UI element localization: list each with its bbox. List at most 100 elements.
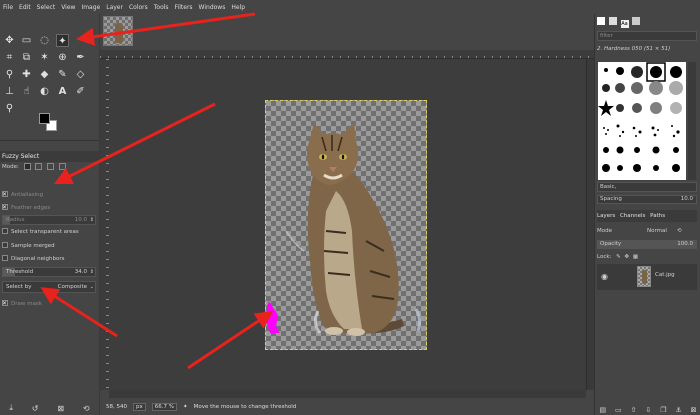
layer-item[interactable]: ◉ Cat.jpg [597,264,697,290]
radius-spin-icon[interactable]: ⇕ [90,216,94,225]
duplicate-layer-icon[interactable]: ❐ [660,406,666,414]
menu-colors[interactable]: Colors [129,4,148,11]
sample-merged-checkbox[interactable] [2,241,8,248]
lock-alpha-icon[interactable]: ▦ [633,254,638,260]
layers-dock-tabs: Layers Channels Paths [597,210,697,222]
eye-icon[interactable]: ◉ [601,272,608,281]
lock-row: Lock: ✎ ✥ ▦ [597,252,697,262]
raise-layer-icon[interactable]: ⇧ [631,406,637,414]
save-options-icon[interactable]: ⤓ [9,403,13,413]
fonts-tab-icon[interactable]: Aa [620,20,629,28]
zoom-tool-icon[interactable]: ⚲ [3,102,16,115]
zoom-dropdown[interactable]: 66.7 % [151,402,177,411]
text-tool-icon[interactable]: A [56,85,69,98]
warp-tool-icon[interactable]: ✶ [38,51,51,64]
sample-merged-option[interactable]: Sample merged [2,241,96,252]
new-layer-icon[interactable]: ▤ [599,406,606,414]
menu-windows[interactable]: Windows [199,4,226,11]
delete-layer-icon[interactable]: ⊠ [691,406,697,414]
sample-merged-label: Sample merged [11,243,55,249]
menu-edit[interactable]: Edit [19,4,31,11]
heal-tool-icon[interactable]: ✚ [20,68,33,81]
menu-image[interactable]: Image [81,4,100,11]
mode-intersect-icon[interactable] [58,163,66,170]
threshold-value: 34.0 [74,269,87,275]
feather-checkbox[interactable] [2,202,8,213]
anchor-icon[interactable]: ⚓ [675,406,681,414]
diagonal-option[interactable]: Diagonal neighbors [2,254,96,265]
mode-subtract-icon[interactable] [47,163,55,170]
unified-transform-tool-icon[interactable]: ⧉ [20,51,33,64]
select-transparent-checkbox[interactable] [2,227,8,234]
bucket-fill-tool-icon[interactable]: ◆ [38,68,51,81]
color-picker-tool-icon[interactable]: ⚲ [3,68,16,81]
menu-select[interactable]: Select [37,4,56,11]
brushes-tab-icon[interactable] [597,17,605,25]
lock-pixels-icon[interactable]: ✎ [616,254,621,260]
move-tool-icon[interactable]: ✥ [3,34,16,47]
delete-options-icon[interactable]: ⊠ [57,404,64,413]
feather-option[interactable]: Feather edges [2,202,96,214]
opacity-slider[interactable]: Opacity 100.0 [597,240,697,249]
diagonal-checkbox[interactable] [2,254,8,261]
brush-grid-scrollbar[interactable] [688,62,696,180]
lower-layer-icon[interactable]: ⇩ [645,406,651,414]
ink-tool-icon[interactable]: ✐ [74,85,87,98]
draw-mask-checkbox[interactable] [2,298,8,309]
image-tab-thumbnail[interactable] [103,16,133,46]
brush-grid[interactable] [598,62,686,180]
menu-file[interactable]: File [3,4,13,11]
layer-mode-label: Mode [597,228,612,234]
dodge-tool-icon[interactable]: ◐ [38,85,51,98]
brush-filter-input[interactable]: filter [597,31,697,41]
tab-channels[interactable]: Channels [620,210,645,222]
menu-help[interactable]: Help [231,4,245,11]
canvas-area[interactable] [109,59,586,390]
smudge-tool-icon[interactable]: ☝ [20,85,33,98]
unit-dropdown[interactable]: px [133,402,146,411]
restore-options-icon[interactable]: ↺ [32,404,39,413]
tab-layers[interactable]: Layers [597,210,615,222]
paintbrush-tool-icon[interactable]: ✎ [56,68,69,81]
mode-replace-icon[interactable] [23,163,31,170]
antialiasing-label: Antialiasing [11,192,44,198]
select-by-dropdown[interactable]: Select by Composite ⌄ [2,281,96,293]
antialiasing-checkbox[interactable] [2,189,8,200]
mode-add-icon[interactable] [35,163,43,170]
align-tool-icon[interactable]: ⊥ [3,85,16,98]
crop-tool-icon[interactable]: ⌗ [3,51,16,64]
radius-slider[interactable]: Radius 10.0 ⇕ [2,215,96,225]
clone-tool-icon[interactable]: ⊕ [56,51,69,64]
select-transparent-option[interactable]: Select transparent areas [2,227,96,238]
brush-preset-input[interactable]: Basic, [597,182,697,192]
image-canvas[interactable] [265,100,427,350]
fuzzy-select-tool-icon[interactable]: ✦ [56,34,69,47]
tab-paths[interactable]: Paths [650,210,665,222]
patterns-tab-icon[interactable] [608,17,617,25]
reset-options-icon[interactable]: ⟲ [83,404,90,413]
spacing-value: 10.0 [680,196,693,202]
antialiasing-option[interactable]: Antialiasing [2,189,96,201]
threshold-spin-icon[interactable]: ⇕ [90,268,94,277]
horizontal-scrollbar[interactable] [109,390,586,398]
layer-mode-dropdown[interactable]: Normal [647,226,667,236]
menu-layer[interactable]: Layer [106,4,123,11]
document-history-tab-icon[interactable] [632,17,641,25]
vertical-scrollbar[interactable] [586,59,594,390]
folder-icon[interactable]: ▭ [615,406,622,414]
reset-mode-icon[interactable]: ⟲ [677,226,682,236]
draw-mask-option[interactable]: Draw mask [2,298,96,310]
menu-tools[interactable]: Tools [154,4,169,11]
diagonal-label: Diagonal neighbors [11,256,65,262]
menu-view[interactable]: View [61,4,75,11]
eraser-tool-icon[interactable]: ◇ [74,68,87,81]
threshold-slider[interactable]: Threshold 34.0 ⇕ [2,267,96,277]
toolbox-bottom-bar: ⤓ ↺ ⊠ ⟲ [0,401,99,415]
free-select-tool-icon[interactable]: ◌ [38,34,51,47]
spacing-slider[interactable]: Spacing 10.0 [597,195,697,204]
menu-filters[interactable]: Filters [175,4,193,11]
fg-bg-color-swatch[interactable] [38,112,60,134]
rect-select-tool-icon[interactable]: ▭ [20,34,33,47]
lock-position-icon[interactable]: ✥ [625,254,630,260]
paths-tool-icon[interactable]: ✒ [74,51,87,64]
